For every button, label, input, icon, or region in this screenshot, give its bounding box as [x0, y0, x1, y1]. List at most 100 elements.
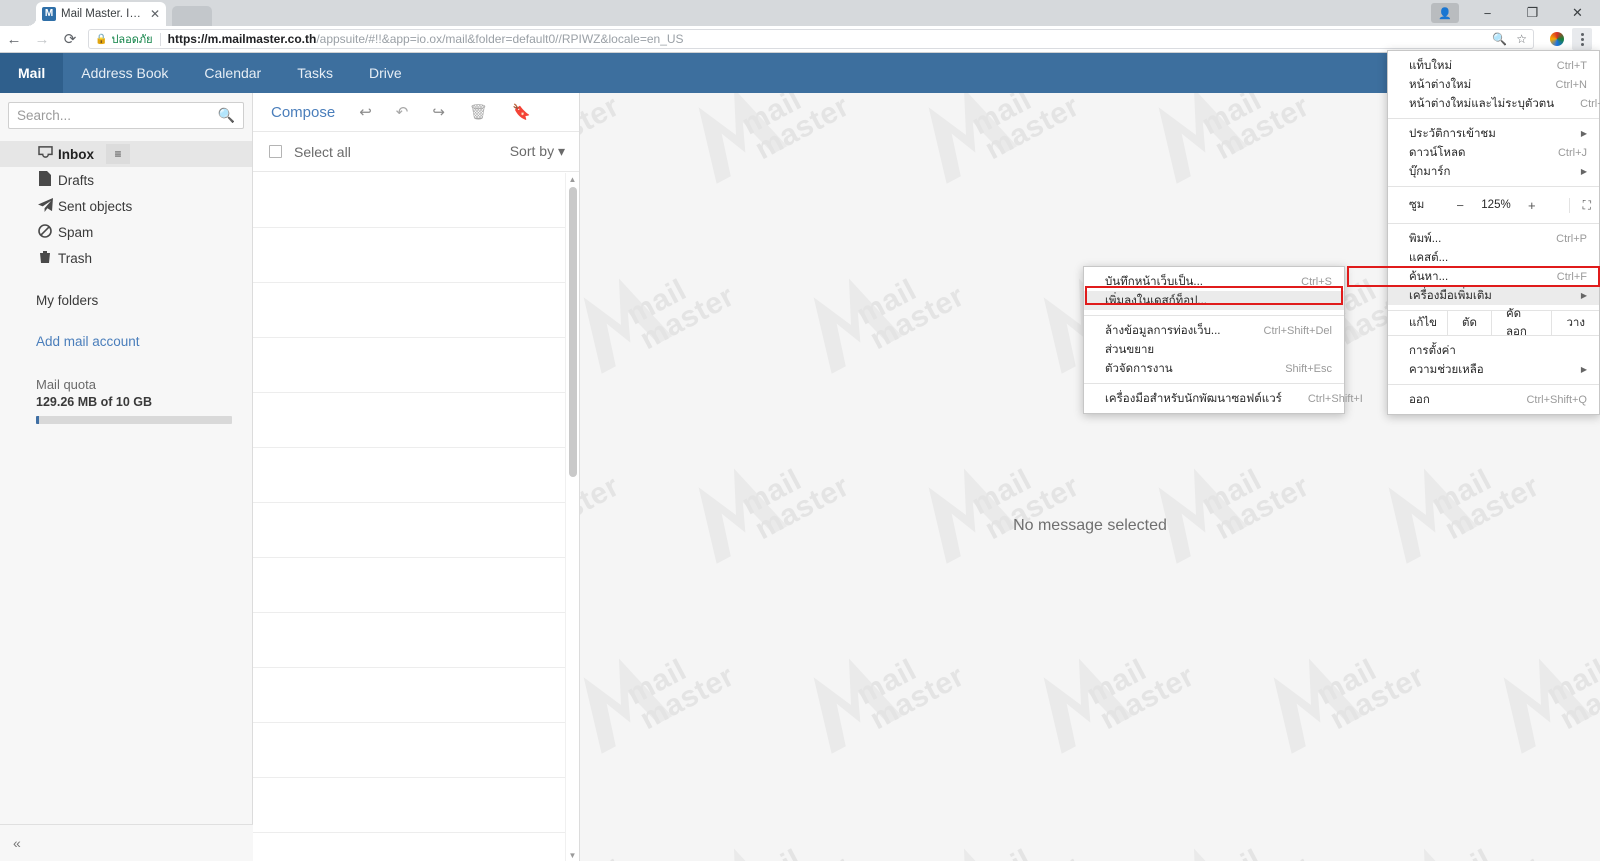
menu-item-15[interactable]: การตั้งค่า [1388, 341, 1599, 360]
nav-item-calendar[interactable]: Calendar [186, 53, 279, 93]
submenu-item-label: เพิ่มลงในเดสก์ท็อป... [1105, 294, 1207, 307]
bookmark-star-icon[interactable]: ☆ [1516, 32, 1527, 46]
menu-item-label: หน้าต่างใหม่ [1409, 78, 1472, 91]
reload-icon[interactable]: ⟳ [56, 26, 84, 53]
menu-separator [1388, 384, 1599, 385]
nav-item-drive[interactable]: Drive [351, 53, 420, 93]
hamburger-icon[interactable]: ≡ [106, 144, 130, 164]
select-all-checkbox[interactable] [269, 145, 282, 158]
browser-tab[interactable]: M Mail Master. Inbox ✕ [27, 2, 166, 26]
minimize-button[interactable]: − [1465, 0, 1510, 26]
extension-icon[interactable] [1550, 32, 1564, 46]
mail-list-pane: Compose ↩ ↶ ↪ 🗑 🔖 Select all Sort by ▾ ▲… [253, 93, 580, 861]
copy-button[interactable]: คัดลอก [1490, 308, 1552, 338]
sidebar-item-label: Inbox [58, 146, 94, 162]
bookmark-flag-icon[interactable]: 🔖 [512, 103, 531, 121]
search-box[interactable]: 🔍 [8, 102, 244, 129]
menu-item-label: บุ๊กมาร์ก [1409, 165, 1451, 178]
menu-item-5[interactable]: ดาวน์โหลด Ctrl+J [1388, 143, 1599, 162]
back-icon[interactable]: ← [0, 26, 28, 53]
menu-item-10[interactable]: พิมพ์... Ctrl+P [1388, 229, 1599, 248]
mail-list-row[interactable] [253, 723, 565, 778]
submenu-item-1[interactable]: เพิ่มลงในเดสก์ท็อป... [1084, 291, 1344, 310]
trash-icon[interactable]: 🗑 [469, 103, 488, 121]
scroll-up-arrow-icon[interactable]: ▲ [566, 173, 579, 185]
paste-button[interactable]: วาง [1551, 310, 1599, 336]
search-input[interactable] [17, 108, 218, 123]
more-tools-submenu: บันทึกหน้าเว็บเป็น... Ctrl+S เพิ่มลงในเดสก… [1083, 266, 1363, 414]
fullscreen-icon[interactable]: ⛶ [1568, 197, 1591, 213]
menu-item-11[interactable]: แคสต์... [1388, 248, 1599, 267]
menu-item-4[interactable]: ประวัติการเข้าชม ▶ [1388, 124, 1599, 143]
menu-item-12[interactable]: ค้นหา... Ctrl+F [1388, 267, 1599, 286]
menu-item-1[interactable]: หน้าต่างใหม่ Ctrl+N [1388, 75, 1599, 94]
mail-list-row[interactable] [253, 833, 565, 861]
forward-icon[interactable]: → [28, 26, 56, 53]
submenu-item-3[interactable]: ล้างข้อมูลการท่องเว็บ... Ctrl+Shift+Del [1084, 321, 1344, 340]
mail-list-row[interactable] [253, 778, 565, 833]
profile-avatar-icon[interactable]: 👤 [1431, 3, 1459, 23]
sidebar-item-inbox[interactable]: Inbox ≡ [0, 141, 252, 167]
tab-close-icon[interactable]: ✕ [150, 7, 160, 21]
background-tab[interactable] [172, 6, 212, 26]
inbox-icon [36, 146, 54, 162]
menu-item-13[interactable]: เครื่องมือเพิ่มเติม ▶ [1388, 286, 1599, 305]
my-folders-label[interactable]: My folders [0, 293, 252, 308]
nav-item-address-book[interactable]: Address Book [63, 53, 186, 93]
chrome-menu-icon[interactable] [1572, 28, 1592, 50]
mail-list-row[interactable] [253, 448, 565, 503]
mail-list-row[interactable] [253, 283, 565, 338]
search-icon[interactable]: 🔍 [218, 107, 235, 124]
zoom-in-button[interactable]: + [1525, 198, 1539, 213]
menu-item-6[interactable]: บุ๊กมาร์ก ▶ [1388, 162, 1599, 181]
forward-arrow-icon[interactable]: ↪ [432, 103, 445, 121]
submenu-item-0[interactable]: บันทึกหน้าเว็บเป็น... Ctrl+S [1084, 272, 1344, 291]
submenu-item-shortcut: Ctrl+Shift+I [1307, 392, 1363, 405]
submenu-item-7[interactable]: เครื่องมือสำหรับนักพัฒนาซอฟต์แวร์ Ctrl+Sh… [1084, 389, 1363, 408]
zoom-magnifier-icon[interactable]: 🔍 [1492, 32, 1507, 46]
submenu-item-5[interactable]: ตัวจัดการงาน Shift+Esc [1084, 359, 1344, 378]
submenu-item-4[interactable]: ส่วนขยาย [1084, 340, 1344, 359]
tab-strip: M Mail Master. Inbox ✕ 👤 − ❐ ✕ [0, 0, 1600, 26]
mail-list-row[interactable] [253, 558, 565, 613]
sort-by-button[interactable]: Sort by ▾ [510, 143, 565, 160]
select-all-label[interactable]: Select all [294, 144, 351, 160]
mail-list-row[interactable] [253, 228, 565, 283]
scrollbar-thumb[interactable] [569, 187, 577, 477]
close-window-button[interactable]: ✕ [1555, 0, 1600, 26]
menu-item-label: ดาวน์โหลด [1409, 146, 1466, 159]
menu-item-shortcut: Ctrl+Shift+N [1580, 97, 1600, 110]
sidebar-item-sent-objects[interactable]: Sent objects [0, 193, 252, 219]
menu-item-18[interactable]: ออก Ctrl+Shift+Q [1388, 390, 1599, 409]
mail-list-row[interactable] [253, 338, 565, 393]
nav-item-tasks[interactable]: Tasks [279, 53, 351, 93]
menu-item-2[interactable]: หน้าต่างใหม่และไม่ระบุตัวตน Ctrl+Shift+N [1388, 94, 1600, 113]
menu-item-16[interactable]: ความช่วยเหลือ ▶ [1388, 360, 1599, 379]
add-mail-account-link[interactable]: Add mail account [0, 334, 252, 349]
mail-list-row[interactable] [253, 668, 565, 723]
maximize-button[interactable]: ❐ [1510, 0, 1555, 26]
mail-list-row[interactable] [253, 613, 565, 668]
sidebar-item-spam[interactable]: Spam [0, 219, 252, 245]
address-bar[interactable]: 🔒 ปลอดภัย https://m.mailmaster.co.th/app… [88, 29, 1534, 49]
mail-list-row[interactable] [253, 173, 565, 228]
mail-list-row[interactable] [253, 503, 565, 558]
sidebar-item-trash[interactable]: Trash [0, 245, 252, 271]
nav-item-mail[interactable]: Mail [0, 53, 64, 93]
zoom-out-button[interactable]: − [1453, 198, 1467, 213]
menu-item-label: ความช่วยเหลือ [1409, 363, 1484, 376]
chevron-right-icon: ▶ [1580, 167, 1587, 176]
menu-item-label: ออก [1409, 393, 1430, 406]
sidebar-item-drafts[interactable]: Drafts [0, 167, 252, 193]
reply-icon[interactable]: ↩ [359, 103, 372, 121]
mail-list-scrollbar[interactable]: ▲ ▼ [565, 173, 579, 861]
menu-item-shortcut: Ctrl+Shift+Q [1526, 393, 1587, 406]
menu-item-0[interactable]: แท็บใหม่ Ctrl+T [1388, 56, 1599, 75]
menu-item-label: หน้าต่างใหม่และไม่ระบุตัวตน [1409, 97, 1555, 110]
collapse-sidebar-button[interactable]: « [0, 824, 253, 861]
compose-button[interactable]: Compose [271, 104, 335, 121]
scroll-down-arrow-icon[interactable]: ▼ [566, 849, 579, 861]
cut-button[interactable]: ตัด [1447, 310, 1491, 336]
reply-all-icon[interactable]: ↶ [396, 103, 409, 121]
mail-list-row[interactable] [253, 393, 565, 448]
